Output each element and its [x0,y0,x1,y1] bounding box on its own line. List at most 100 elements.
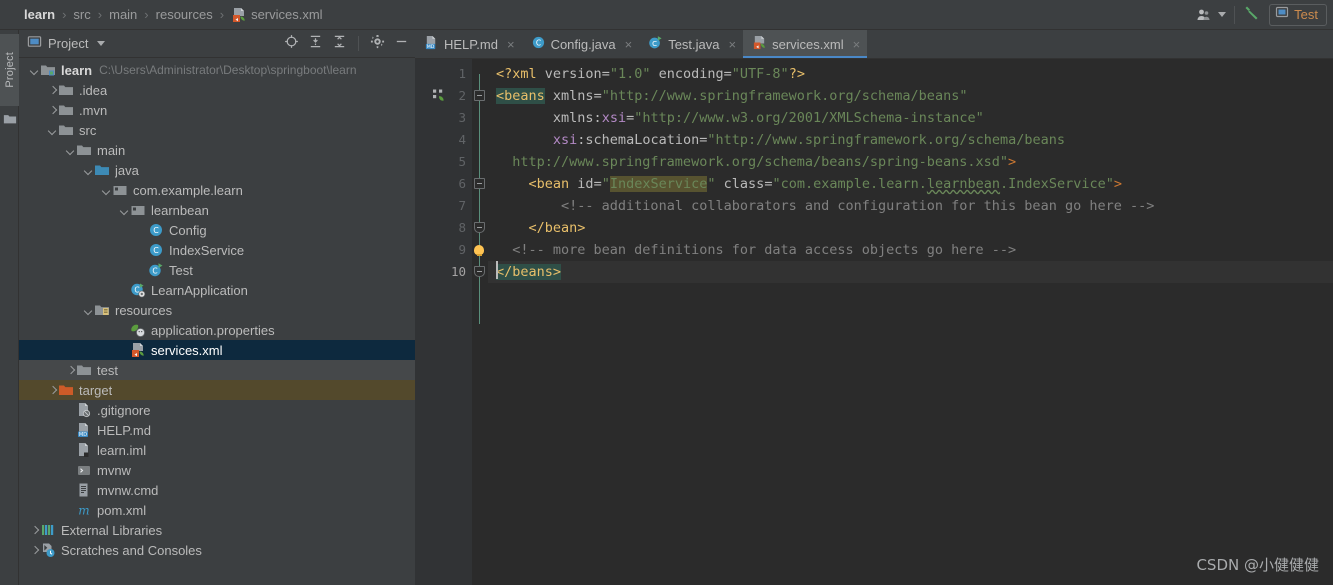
collapse-all-icon[interactable] [332,34,347,54]
tree-node-external-libraries[interactable]: External Libraries [19,520,415,540]
breadcrumb-item-main[interactable]: main [109,7,137,22]
hide-panel-icon[interactable] [394,34,409,54]
breadcrumb-item-services-xml[interactable]: services.xml [231,7,323,23]
breadcrumb-item-learn[interactable]: learn [8,7,55,23]
editor-gutter[interactable]: 1 2 3 4 5 6 7 8 9 10 [415,59,472,585]
tree-node-indexservice[interactable]: C IndexService [19,240,415,260]
java-class-icon: C [148,242,164,258]
cmd-script-icon [76,482,92,498]
expand-all-icon[interactable] [308,34,323,54]
fold-row[interactable] [472,239,488,261]
tree-node-mvnw-cmd[interactable]: mvnw.cmd [19,480,415,500]
select-opened-file-icon[interactable] [284,34,299,54]
chevron-down-icon[interactable] [101,185,112,196]
close-icon[interactable]: × [729,38,737,51]
toolbar-divider [358,36,359,51]
chevron-right-icon[interactable] [47,105,58,116]
tree-node-pom-xml[interactable]: m pom.xml [19,500,415,520]
code-editor[interactable]: 1 2 3 4 5 6 7 8 9 10 <?xml version="1.0"… [415,59,1333,585]
line-number: 9 [458,242,466,257]
tree-node-application-properties[interactable]: application.properties [19,320,415,340]
project-tree[interactable]: learn C:\Users\Administrator\Desktop\spr… [19,58,415,585]
code-token: http://www.springframework.org/schema/be… [496,154,1009,170]
chevron-down-icon[interactable] [97,41,106,46]
fold-collapse-icon[interactable] [474,178,485,189]
chevron-down-icon[interactable] [83,305,94,316]
tree-node-learnbean[interactable]: learnbean [19,200,415,220]
close-icon[interactable]: × [507,38,515,51]
tool-window-tab-project[interactable]: Project [0,34,19,106]
shell-script-icon [76,462,92,478]
markdown-file-icon: MD [424,35,439,53]
fold-end-icon[interactable] [474,222,485,233]
chevron-down-icon[interactable] [1218,12,1227,17]
tree-node-com-example-learn[interactable]: com.example.learn [19,180,415,200]
close-icon[interactable]: × [853,38,861,51]
tree-node-learnapplication[interactable]: C LearnApplication [19,280,415,300]
fold-row[interactable] [472,217,488,239]
code-token: </bean> [528,220,586,236]
java-class-icon: C [148,222,164,238]
breadcrumb-label: resources [155,7,213,22]
folder-icon [58,122,74,138]
breadcrumb-item-src[interactable]: src [73,7,90,22]
editor-tab-help-md[interactable]: MD HELP.md × [415,30,522,58]
editor-tab-test-java[interactable]: C Test.java × [639,30,743,58]
tree-node-mvn[interactable]: .mvn [19,100,415,120]
tree-node-label: HELP.md [97,422,151,438]
fold-row[interactable] [472,85,488,107]
settings-gear-icon[interactable] [370,34,385,54]
tree-node-src[interactable]: src [19,120,415,140]
chevron-down-icon[interactable] [119,205,130,216]
tree-node-config[interactable]: C Config [19,220,415,240]
chevron-right-icon[interactable] [29,525,40,536]
tree-node-main[interactable]: main [19,140,415,160]
editor-tab-services-xml[interactable]: services.xml × [743,30,868,58]
line-number: 5 [458,154,466,169]
fold-collapse-icon[interactable] [474,90,485,101]
chevron-right-icon[interactable] [29,545,40,556]
tree-node-gitignore[interactable]: .gitignore [19,400,415,420]
tree-node-java[interactable]: java [19,160,415,180]
tree-node-label: pom.xml [97,502,147,518]
tree-node-mvnw[interactable]: mvnw [19,460,415,480]
editor-tab-config-java[interactable]: C Config.java × [522,30,640,58]
tree-node-target[interactable]: target [19,380,415,400]
fold-row[interactable] [472,261,488,283]
build-hammer-icon[interactable] [1243,3,1261,26]
run-configuration-selector[interactable]: Test [1269,3,1327,26]
chevron-right-icon[interactable] [47,85,58,96]
code-token-matching-tag: <beans [496,88,545,104]
tree-node-test-folder[interactable]: test [19,360,415,380]
tree-node-label: main [97,142,126,158]
intention-bulb-icon[interactable] [474,245,484,256]
tree-node-learn-iml[interactable]: learn.iml [19,440,415,460]
fold-row[interactable] [472,173,488,195]
chevron-down-icon[interactable] [47,125,58,136]
user-avatar-icon[interactable] [1196,7,1227,23]
folder-icon [58,102,74,118]
editor-fold-column[interactable] [472,59,488,585]
java-runnable-class-icon: C [648,35,663,53]
chevron-right-icon[interactable] [65,365,76,376]
chevron-down-icon[interactable] [83,165,94,176]
editor-tab-label: Test.java [668,36,720,52]
close-icon[interactable]: × [625,38,633,51]
project-tool-window: Project learn C:\Users\Administrator\Des… [19,30,415,585]
chevron-right-icon[interactable] [47,385,58,396]
chevron-down-icon[interactable] [65,145,76,156]
code-token: xsi [601,110,627,126]
tree-node-services-xml[interactable]: services.xml [19,340,415,360]
fold-end-icon[interactable] [474,266,485,277]
tree-node-idea[interactable]: .idea [19,80,415,100]
tree-node-help-md[interactable]: MD HELP.md [19,420,415,440]
tree-node-scratches-and-consoles[interactable]: Scratches and Consoles [19,540,415,560]
tree-node-test-class[interactable]: C Test [19,260,415,280]
code-text[interactable]: <?xml version="1.0" encoding="UTF-8"?> <… [488,59,1333,585]
chevron-down-icon[interactable] [29,65,40,76]
breadcrumb-item-resources[interactable]: resources [156,7,213,22]
tree-node-learn[interactable]: learn C:\Users\Administrator\Desktop\spr… [19,60,415,80]
code-line-4: xsi:schemaLocation="http://www.springfra… [488,129,1333,151]
tree-node-resources[interactable]: resources [19,300,415,320]
resource-root-icon [94,302,110,318]
